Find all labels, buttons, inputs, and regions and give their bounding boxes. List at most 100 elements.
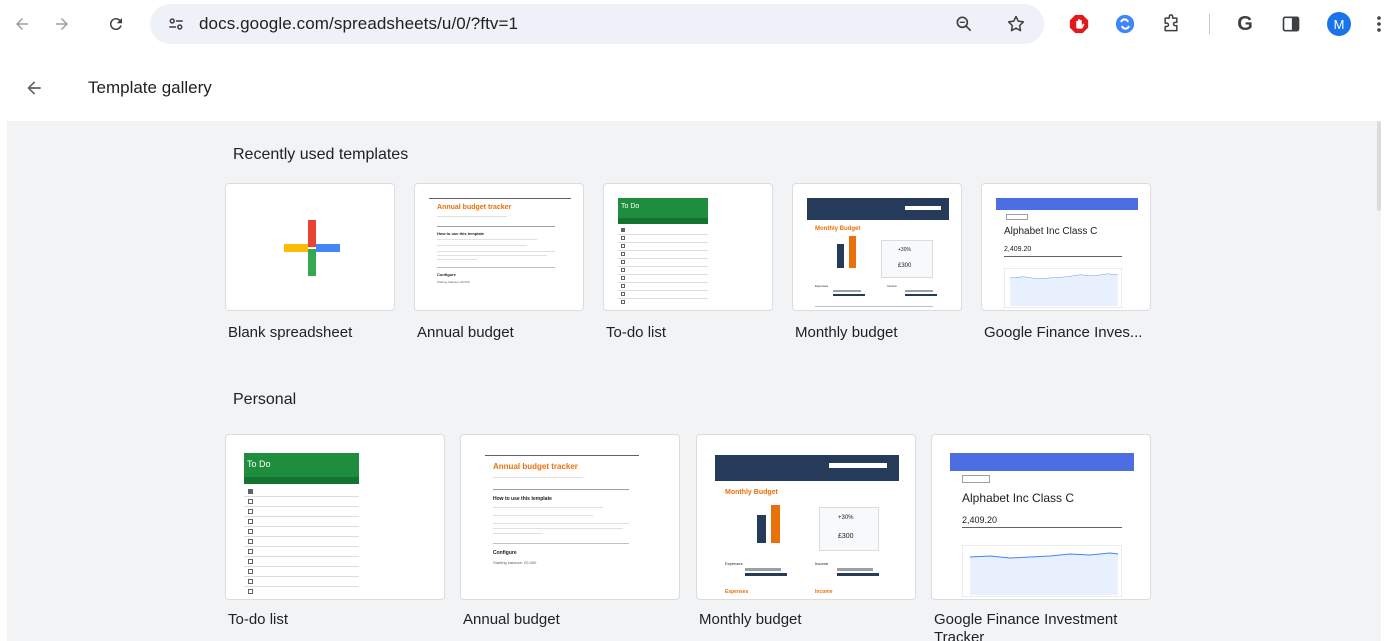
thumb-row [618, 274, 708, 275]
template-thumbnail[interactable] [225, 183, 395, 311]
thumb-row [244, 576, 359, 577]
thumb-line [815, 306, 933, 307]
thumb-label: Income [887, 284, 897, 288]
site-settings-icon[interactable] [162, 10, 190, 38]
template-thumbnail[interactable]: Monthly Budget +30% £300 Expenses Income… [696, 434, 916, 600]
thumb-field [1006, 214, 1028, 220]
thumb-label: Expenses [725, 561, 743, 566]
template-thumbnail[interactable]: To Do [225, 434, 445, 600]
thumb-bar [905, 294, 937, 296]
thumb-stock-name: Alphabet Inc Class C [962, 491, 1075, 505]
thumb-checkbox [621, 252, 625, 256]
thumb-row [244, 556, 359, 557]
thumb-checkbox [248, 499, 253, 504]
thumb-summary: +30% £300 [881, 240, 933, 278]
gallery-header: Template gallery [0, 64, 1388, 116]
url-text[interactable]: docs.google.com/spreadsheets/u/0/?ftv=1 [199, 14, 518, 34]
thumb-row [244, 586, 359, 587]
grammar-extension-icon[interactable]: G [1230, 9, 1260, 39]
thumb-bar [833, 294, 865, 296]
thumb-line [437, 251, 555, 252]
section-title-personal: Personal [233, 391, 297, 408]
thumb-line [962, 527, 1122, 528]
forward-icon[interactable] [46, 8, 78, 40]
thumb-checkbox [621, 276, 625, 280]
thumb-line [1004, 256, 1122, 257]
thumb-checkbox [621, 284, 625, 288]
profile-avatar[interactable]: M [1324, 9, 1354, 39]
template-thumbnail[interactable]: Alphabet Inc Class C 2,409.20 [981, 183, 1151, 311]
template-card-label: Google Finance Investment Tracker [934, 611, 1118, 641]
template-card-google-finance[interactable]: Alphabet Inc Class C 2,409.20 Google Fin… [931, 434, 1151, 641]
thumb-checkbox [621, 260, 625, 264]
blue-extension-icon[interactable] [1110, 9, 1140, 39]
template-card-annual-budget[interactable]: Annual budget tracker How to use this te… [460, 434, 680, 641]
template-thumbnail[interactable]: To Do [603, 183, 773, 311]
thumb-checkbox [248, 559, 253, 564]
thumb-bar [757, 515, 766, 543]
address-bar[interactable]: docs.google.com/spreadsheets/u/0/?ftv=1 [150, 4, 1044, 44]
thumb-row [244, 496, 359, 497]
thumb-line [493, 528, 623, 529]
back-icon[interactable] [6, 8, 38, 40]
scrollbar-thumb[interactable] [1377, 121, 1381, 211]
thumb-checkbox [621, 268, 625, 272]
template-card-label: Blank spreadsheet [228, 324, 353, 341]
toolbar-divider [1209, 14, 1210, 34]
template-card-label: Google Finance Inves... [984, 324, 1143, 341]
bookmark-star-icon[interactable] [1002, 10, 1030, 38]
template-card-monthly-budget[interactable]: Monthly Budget +30% £300 Expenses Income… [792, 183, 962, 353]
template-card-label: To-do list [228, 611, 289, 628]
thumb-row [618, 250, 708, 251]
thumb-row [244, 546, 359, 547]
template-card-label: Annual budget [417, 324, 514, 341]
thumb-checkbox [621, 292, 625, 296]
template-card-todo[interactable]: To Do To-do list [225, 434, 445, 641]
thumb-row [244, 566, 359, 567]
template-card-annual-budget[interactable]: Annual budget tracker How to use this te… [414, 183, 584, 353]
template-card-blank[interactable]: Blank spreadsheet [225, 183, 395, 353]
thumb-line [437, 216, 507, 217]
reload-icon[interactable] [100, 8, 132, 40]
back-arrow-icon[interactable] [20, 74, 48, 102]
thumb-bar [837, 573, 879, 576]
thumb-line [493, 543, 629, 544]
template-card-google-finance[interactable]: Alphabet Inc Class C 2,409.20 Google Fin… [981, 183, 1151, 353]
thumb-row [618, 298, 708, 299]
thumb-line [493, 489, 629, 490]
thumb-price: 2,409.20 [1004, 246, 1032, 253]
thumb-stock-name: Alphabet Inc Class C [1004, 226, 1098, 237]
template-card-todo[interactable]: To Do To-do list [603, 183, 773, 353]
thumb-bar [771, 505, 780, 543]
thumb-line [493, 533, 543, 534]
template-thumbnail[interactable]: Annual budget tracker How to use this te… [460, 434, 680, 600]
template-thumbnail[interactable]: Annual budget tracker How to use this te… [414, 183, 584, 311]
page-title: Template gallery [88, 78, 212, 97]
template-card-monthly-budget[interactable]: Monthly Budget +30% £300 Expenses Income… [696, 434, 916, 641]
browser-toolbar: docs.google.com/spreadsheets/u/0/?ftv=1 … [0, 0, 1388, 48]
template-thumbnail[interactable]: Alphabet Inc Class C 2,409.20 [931, 434, 1151, 600]
thumb-field [905, 206, 941, 210]
zoom-icon[interactable] [950, 10, 978, 38]
side-panel-icon[interactable] [1276, 9, 1306, 39]
thumb-summary: +30% £300 [819, 507, 879, 551]
thumb-amount: £300 [898, 263, 912, 269]
thumb-row [244, 516, 359, 517]
thumb-field [829, 463, 887, 468]
thumb-heading: Configure [437, 272, 456, 277]
thumb-checkbox [248, 509, 253, 514]
extensions-puzzle-icon[interactable] [1156, 9, 1186, 39]
thumb-line-chart [1004, 268, 1122, 308]
template-thumbnail[interactable]: Monthly Budget +30% £300 Expenses Income [792, 183, 962, 311]
browser-menu-icon[interactable] [1370, 9, 1388, 39]
thumb-header: To Do [618, 198, 708, 218]
thumb-checkbox [248, 529, 253, 534]
adblock-icon[interactable] [1064, 9, 1094, 39]
thumb-line [493, 507, 603, 508]
thumb-price: 2,409.20 [962, 515, 998, 525]
thumb-row [244, 506, 359, 507]
thumb-bar [905, 290, 933, 292]
template-gallery: Recently used templates Blank spreadshee… [7, 121, 1381, 641]
thumb-label: Expenses [815, 284, 829, 288]
thumb-title: Monthly Budget [815, 226, 861, 232]
